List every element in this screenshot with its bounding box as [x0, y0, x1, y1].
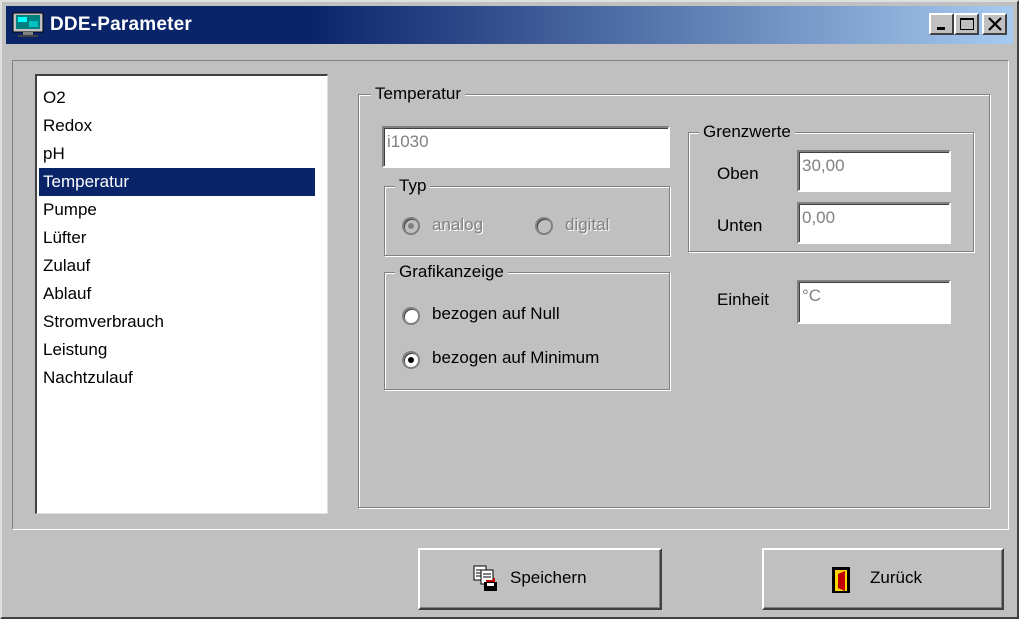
list-item[interactable]: Nachtzulauf: [39, 364, 323, 392]
save-document-icon: [472, 564, 500, 597]
grafikanzeige-group-title: Grafikanzeige: [395, 261, 508, 283]
list-item[interactable]: Leistung: [39, 336, 323, 364]
address-field[interactable]: i1030: [382, 126, 670, 168]
grenzwerte-group-title: Grenzwerte: [699, 121, 795, 143]
list-item[interactable]: Ablauf: [39, 280, 323, 308]
typ-group: Typ: [384, 175, 670, 256]
oben-field[interactable]: 30,00: [797, 150, 951, 192]
list-item[interactable]: pH: [39, 140, 323, 168]
save-button-label: Speichern: [510, 568, 587, 587]
save-button[interactable]: Speichern: [418, 548, 662, 610]
temperatur-group-title: Temperatur: [371, 83, 465, 105]
radio-bezogen-auf-null[interactable]: [402, 307, 420, 325]
typ-group-title: Typ: [395, 175, 431, 197]
oben-label: Oben: [717, 164, 759, 183]
unten-field[interactable]: 0,00: [797, 202, 951, 244]
back-button[interactable]: Zurück: [762, 548, 1004, 610]
back-button-label: Zurück: [870, 568, 922, 587]
radio-bezogen-auf-minimum-label[interactable]: bezogen auf Minimum: [432, 348, 599, 368]
radio-digital[interactable]: [535, 217, 553, 235]
window-title: DDE-Parameter: [50, 14, 192, 35]
einheit-field[interactable]: °C: [797, 280, 951, 324]
list-item[interactable]: O2: [39, 84, 323, 112]
parameter-listbox[interactable]: O2 Redox pH Temperatur Pumpe Lüfter Zula…: [35, 74, 328, 514]
title-bar[interactable]: DDE-Parameter: [6, 6, 1013, 44]
close-button[interactable]: [982, 13, 1007, 35]
radio-analog[interactable]: [402, 217, 420, 235]
unten-label: Unten: [717, 216, 763, 235]
minimize-button[interactable]: [929, 13, 954, 35]
dde-parameter-window: DDE-Parameter O2 Redox pH Temperatur Pum…: [0, 0, 1019, 619]
list-item[interactable]: Stromverbrauch: [39, 308, 323, 336]
monitor-icon: [12, 12, 44, 38]
radio-bezogen-auf-minimum[interactable]: [402, 351, 420, 369]
einheit-label: Einheit: [717, 290, 769, 309]
list-item[interactable]: Zulauf: [39, 252, 323, 280]
radio-digital-label: digital: [565, 215, 610, 234]
radio-bezogen-auf-null-label[interactable]: bezogen auf Null: [432, 304, 560, 324]
exit-door-icon: [830, 566, 852, 599]
radio-analog-label: analog: [432, 215, 484, 234]
list-item[interactable]: Lüfter: [39, 224, 323, 252]
grafikanzeige-group: Grafikanzeige: [384, 261, 670, 390]
maximize-button[interactable]: [954, 13, 979, 35]
list-item-selected[interactable]: Temperatur: [39, 168, 315, 196]
list-item[interactable]: Pumpe: [39, 196, 323, 224]
list-item[interactable]: Redox: [39, 112, 323, 140]
